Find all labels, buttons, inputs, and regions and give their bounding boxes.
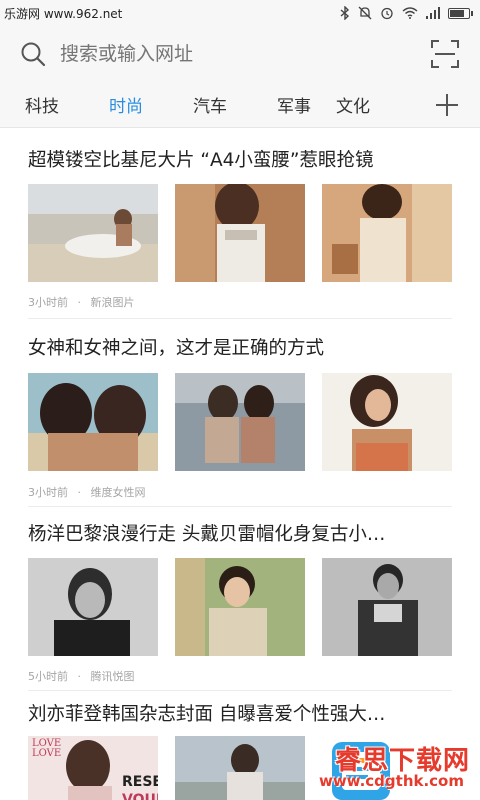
news-meta: 3小时前 · 维度女性网 [28, 484, 146, 500]
meta-separator: · [77, 670, 82, 683]
tab-tech[interactable]: 科技 [0, 92, 84, 117]
search-input[interactable] [60, 43, 430, 65]
signal-icon [426, 7, 440, 19]
top-watermark: 乐游网 www.962.net [4, 6, 123, 21]
tab-culture[interactable]: 文化 [336, 92, 380, 117]
battery-icon [448, 7, 473, 19]
magazine-text: RESET [122, 774, 158, 790]
tab-cars[interactable]: 汽车 [168, 92, 252, 117]
news-time: 3小时前 [28, 296, 68, 309]
category-tabs: 科技 时尚 汽车 军事 文化 [0, 82, 480, 128]
news-time: 3小时前 [28, 486, 68, 499]
news-image[interactable] [175, 558, 305, 656]
news-meta: 3小时前 · 新浪图片 [28, 294, 135, 310]
meta-separator: · [77, 296, 82, 309]
search-icon[interactable] [20, 41, 46, 67]
news-images [28, 373, 452, 471]
news-title[interactable]: 刘亦菲登韩国杂志封面 自曝喜爱个性强大… [28, 700, 458, 726]
news-title[interactable]: 女神和女神之间，这才是正确的方式 [28, 334, 458, 360]
news-title[interactable]: 杨洋巴黎浪漫行走 头戴贝雷帽化身复古小… [28, 520, 458, 546]
tab-military[interactable]: 军事 [252, 92, 336, 117]
news-source: 新浪图片 [90, 296, 135, 309]
divider [28, 690, 452, 691]
news-time: 5小时前 [28, 670, 68, 683]
divider [28, 506, 452, 507]
news-images [28, 184, 452, 282]
news-image[interactable]: LOVE LOVE RESET VOUI [28, 736, 158, 800]
alarm-icon [381, 7, 393, 20]
site-watermark: 睿思下载网 www.cdgthk.com [319, 738, 474, 796]
magazine-text: LOVE [32, 748, 62, 759]
news-image[interactable] [322, 373, 452, 471]
news-source: 维度女性网 [90, 486, 146, 499]
status-bar: 乐游网 www.962.net [0, 0, 480, 26]
bluetooth-icon [340, 6, 350, 20]
wifi-icon [402, 7, 418, 19]
news-image[interactable] [322, 184, 452, 282]
magazine-text: VOUI [122, 792, 158, 800]
scan-icon[interactable] [430, 39, 460, 69]
news-image[interactable] [322, 558, 452, 656]
watermark-en: www.cdgthk.com [318, 772, 464, 790]
news-title[interactable]: 超模镂空比基尼大片 “A4小蛮腰”惹眼抢镜 [28, 146, 458, 172]
news-image[interactable] [175, 736, 305, 800]
news-source: 腾讯悦图 [90, 670, 135, 683]
status-icons [340, 6, 473, 20]
meta-separator: · [77, 486, 82, 499]
news-feed: 超模镂空比基尼大片 “A4小蛮腰”惹眼抢镜 3小时前 · 新浪图片 女神和女神之… [0, 128, 480, 800]
mute-icon [358, 6, 372, 20]
divider [28, 318, 452, 319]
news-meta: 5小时前 · 腾讯悦图 [28, 668, 135, 684]
news-images [28, 558, 452, 656]
add-tab-icon[interactable] [432, 90, 462, 120]
news-image[interactable] [28, 373, 158, 471]
search-bar [0, 26, 480, 82]
news-image[interactable] [175, 184, 305, 282]
news-image[interactable] [175, 373, 305, 471]
news-image[interactable] [28, 184, 158, 282]
tab-fashion[interactable]: 时尚 [84, 92, 168, 117]
news-image[interactable] [28, 558, 158, 656]
